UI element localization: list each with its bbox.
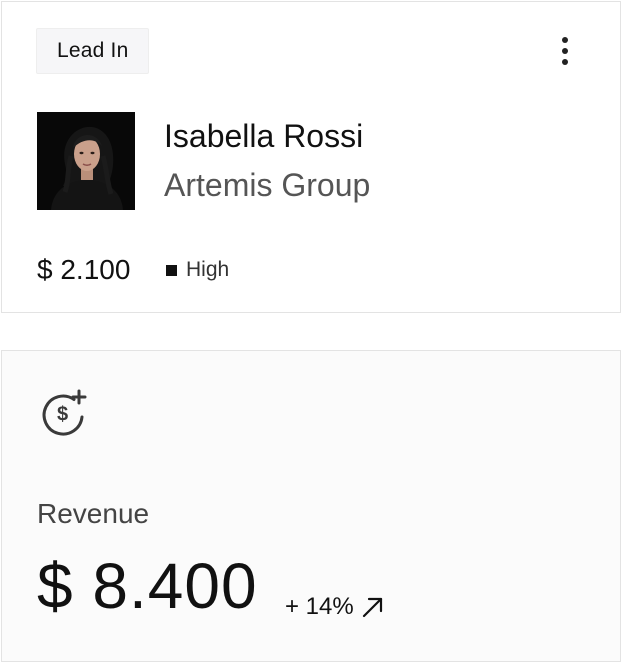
more-vertical-icon[interactable] (550, 32, 580, 70)
contact-company: Artemis Group (164, 167, 371, 203)
priority-label: High (186, 258, 230, 281)
stage-tag[interactable]: Lead In (36, 28, 150, 74)
priority-indicator: High (166, 258, 229, 282)
lead-card[interactable]: Lead In Isabella Rossi Artemis Group $ 2… (1, 1, 621, 313)
revenue-change-value: + 14% (285, 593, 354, 620)
avatar (37, 112, 135, 210)
priority-square-icon (166, 264, 177, 276)
menu-dot (562, 59, 568, 65)
arrow-up-right-icon (362, 597, 382, 618)
menu-dot (562, 37, 568, 43)
revenue-label: Revenue (37, 498, 150, 529)
dollar-plus-icon: $ (40, 389, 88, 437)
svg-text:$: $ (57, 404, 68, 426)
avatar-photo-icon (37, 112, 135, 210)
menu-dot (562, 48, 568, 54)
revenue-value: $ 8.400 (37, 550, 258, 622)
revenue-change: + 14% (285, 593, 386, 621)
contact-name[interactable]: Isabella Rossi (164, 118, 363, 155)
revenue-card: $ Revenue $ 8.400 + 14% (1, 350, 621, 662)
deal-amount: $ 2.100 (37, 254, 131, 285)
